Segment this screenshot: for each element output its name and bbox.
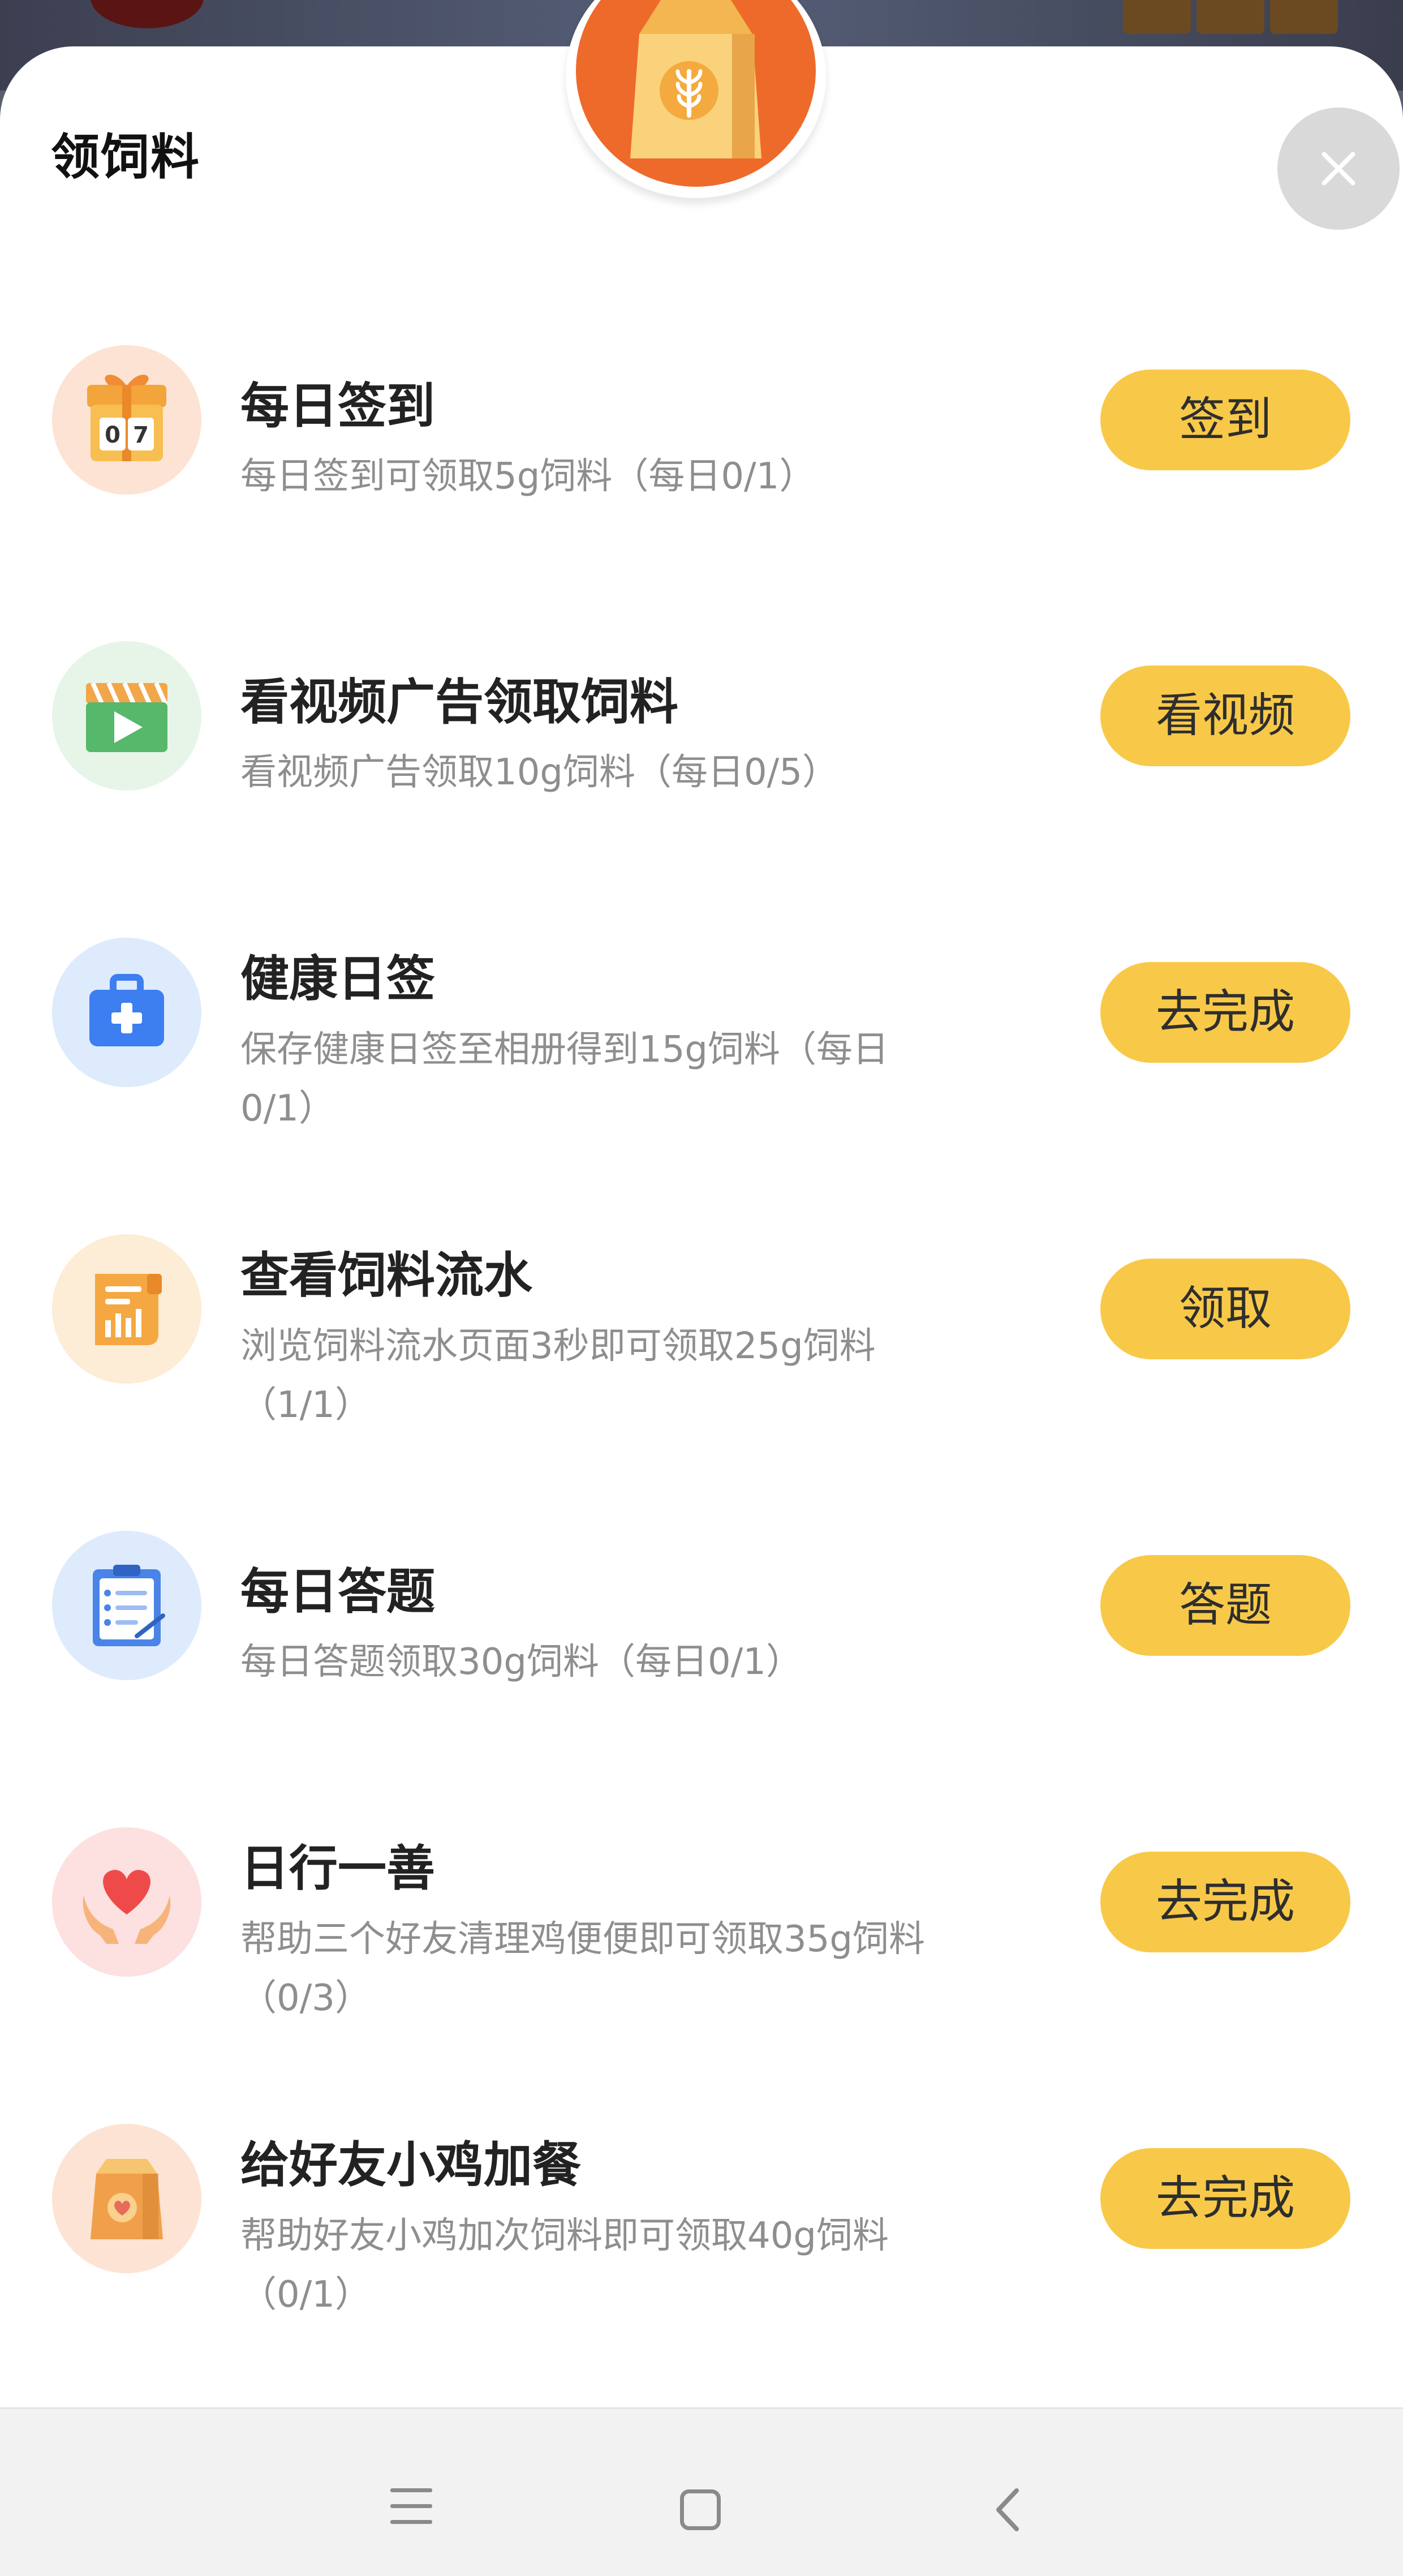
home-icon[interactable]: [680, 2489, 721, 2530]
system-navigation-bar: [0, 2407, 1403, 2576]
background-crate: [1197, 0, 1264, 34]
task-description: 每日签到可领取5g饲料（每日0/1）: [240, 456, 816, 497]
feed-bag-icon: [576, 0, 816, 187]
receipt-scroll-icon: [52, 1234, 201, 1384]
back-icon[interactable]: [982, 2481, 1038, 2538]
task-title: 健康日签: [240, 951, 435, 1007]
task-title: 给好友小鸡加餐: [240, 2137, 581, 2193]
task-row-feed-friend-chick: 给好友小鸡加餐 帮助好友小鸡加次饲料即可领取40g饲料（0/1） 去完成: [0, 2097, 1403, 2316]
task-description: 帮助三个好友清理鸡便便即可领取35g饲料（0/3）: [240, 1918, 926, 2019]
background-crate: [1270, 0, 1338, 34]
clipboard-quiz-icon: [52, 1531, 201, 1680]
task-row-daily-quiz: 每日答题 每日答题领取30g饲料（每日0/1） 答题: [0, 1504, 1403, 1719]
background-crate: [1123, 0, 1191, 34]
task-row-good-deed: 日行一善 帮助三个好友清理鸡便便即可领取35g饲料（0/3） 去完成: [0, 1800, 1403, 2019]
video-clapper-icon: [52, 641, 201, 791]
close-button[interactable]: [1277, 108, 1400, 230]
svg-text:7: 7: [133, 422, 149, 448]
task-row-health-card: 健康日签 保存健康日签至相册得到15g饲料（每日0/1） 去完成: [0, 911, 1403, 1130]
claim-button[interactable]: 领取: [1100, 1259, 1350, 1359]
svg-text:0: 0: [105, 422, 120, 448]
background-decoration: [91, 0, 204, 28]
task-description: 看视频广告领取10g饲料（每日0/5）: [240, 752, 839, 793]
checkin-button[interactable]: 签到: [1100, 370, 1350, 470]
task-row-feed-ledger: 查看饲料流水 浏览饲料流水页面3秒即可领取25g饲料（1/1） 领取: [0, 1207, 1403, 1426]
sheet-title: 领饲料: [51, 129, 200, 186]
task-row-daily-checkin: 0 7 每日签到 每日签到可领取5g饲料（每日0/1） 签到: [0, 318, 1403, 533]
medical-kit-icon: [52, 938, 201, 1087]
task-title: 每日答题: [240, 1564, 435, 1620]
watch-video-button[interactable]: 看视频: [1100, 666, 1350, 766]
complete-button[interactable]: 去完成: [1100, 962, 1350, 1063]
complete-button[interactable]: 去完成: [1100, 2148, 1350, 2249]
complete-button[interactable]: 去完成: [1100, 1852, 1350, 1952]
heart-hands-icon: [52, 1827, 201, 1977]
task-title: 看视频广告领取饲料: [240, 674, 678, 731]
quiz-button[interactable]: 答题: [1100, 1555, 1350, 1656]
calendar-gift-icon: 0 7: [52, 345, 201, 495]
task-description: 浏览饲料流水页面3秒即可领取25g饲料（1/1）: [240, 1325, 876, 1426]
task-title: 日行一善: [240, 1840, 435, 1897]
menu-icon[interactable]: [390, 2488, 432, 2525]
task-description: 每日答题领取30g饲料（每日0/1）: [240, 1641, 803, 1683]
task-description: 保存健康日签至相册得到15g饲料（每日0/1）: [240, 1029, 889, 1130]
feed-task-sheet: 领饲料 0 7 每日签到 每日签到可领取5g饲料（每日0/1） 签到 看视频广告…: [0, 46, 1403, 2407]
task-title: 每日签到: [240, 378, 435, 435]
task-description: 帮助好友小鸡加次饲料即可领取40g饲料（0/1）: [240, 2215, 889, 2316]
task-row-watch-video: 看视频广告领取饲料 看视频广告领取10g饲料（每日0/5） 看视频: [0, 614, 1403, 829]
task-title: 查看饲料流水: [240, 1247, 532, 1304]
feed-bag-heart-icon: [52, 2124, 201, 2273]
